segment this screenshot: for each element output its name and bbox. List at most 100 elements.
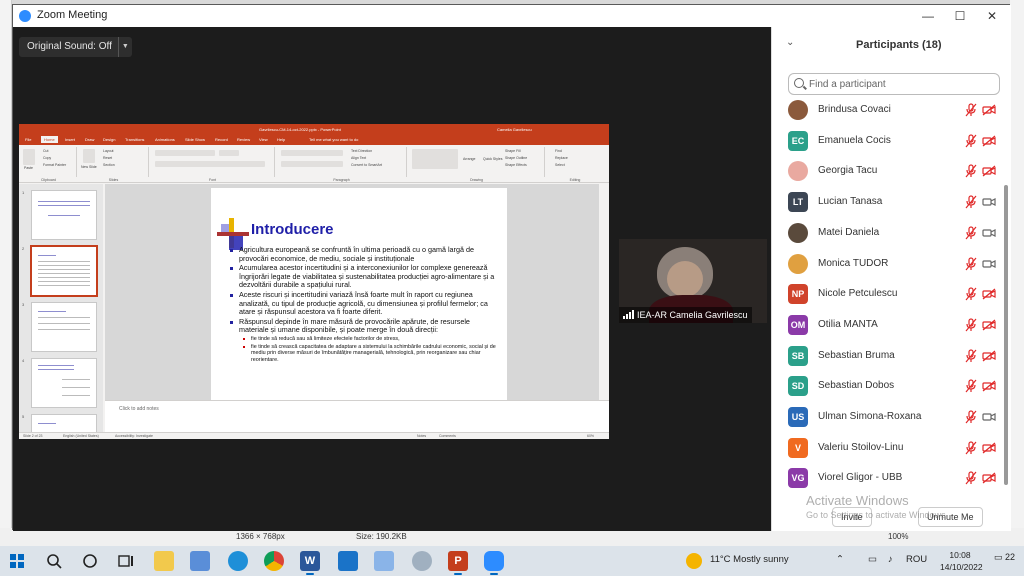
search-input[interactable] bbox=[809, 77, 989, 92]
video-off-icon[interactable] bbox=[982, 380, 996, 392]
participant-search[interactable] bbox=[788, 73, 1000, 95]
ppt-tab-help[interactable]: Help bbox=[277, 137, 285, 142]
participant-video-tile[interactable]: IEA-AR Camelia Gavrilescu bbox=[619, 239, 767, 323]
font-size-box[interactable] bbox=[219, 150, 239, 156]
video-off-icon[interactable] bbox=[982, 442, 996, 454]
muted-mic-icon[interactable] bbox=[964, 195, 978, 209]
original-sound-button[interactable]: Original Sound: Off ▼ bbox=[19, 37, 132, 57]
taskbar-clock[interactable]: 10:08 14/10/2022 bbox=[940, 549, 983, 573]
font-format-row[interactable] bbox=[155, 161, 265, 167]
mail-icon[interactable] bbox=[338, 551, 358, 571]
muted-mic-icon[interactable] bbox=[964, 103, 978, 117]
search-icon[interactable] bbox=[46, 553, 62, 569]
participant-row[interactable]: OM Otilia MANTA bbox=[772, 310, 1004, 340]
ppt-tab-slideshow[interactable]: Slide Show bbox=[185, 137, 205, 142]
ppt-tab-record[interactable]: Record bbox=[215, 137, 228, 142]
paint-icon[interactable] bbox=[412, 551, 432, 571]
current-slide[interactable]: Introducere Agricultura europeană se con… bbox=[211, 188, 507, 400]
cortana-icon[interactable] bbox=[82, 553, 98, 569]
slide-thumbnail[interactable] bbox=[31, 302, 97, 352]
windows-start-icon[interactable] bbox=[10, 554, 24, 568]
shapes-gallery[interactable] bbox=[412, 149, 458, 169]
participant-row[interactable]: Brindusa Covaci bbox=[772, 95, 1004, 125]
snipping-tool-icon[interactable] bbox=[374, 551, 394, 571]
participant-row[interactable]: Georgia Tacu bbox=[772, 156, 1004, 186]
chevron-down-icon[interactable]: ▼ bbox=[117, 37, 132, 57]
maximize-button[interactable]: ☐ bbox=[945, 7, 975, 25]
video-off-icon[interactable] bbox=[982, 135, 996, 147]
language-indicator[interactable]: ROU bbox=[906, 554, 927, 565]
volume-icon[interactable]: ♪ bbox=[888, 554, 893, 565]
participant-row[interactable]: V Valeriu Stoilov-Linu bbox=[772, 433, 1004, 463]
ppt-tab-file[interactable]: File bbox=[25, 137, 31, 142]
tray-overflow-icon[interactable]: ⌃ bbox=[836, 554, 844, 565]
muted-mic-icon[interactable] bbox=[964, 441, 978, 455]
muted-mic-icon[interactable] bbox=[964, 256, 978, 271]
slide-thumbnail[interactable] bbox=[31, 190, 97, 240]
participant-row[interactable]: Matei Daniela bbox=[772, 218, 1004, 248]
participant-row[interactable]: Monica TUDOR bbox=[772, 249, 1004, 279]
zoom-taskbar-icon[interactable] bbox=[484, 551, 504, 575]
video-off-icon[interactable] bbox=[982, 319, 996, 331]
edge-icon[interactable] bbox=[228, 551, 248, 571]
participant-row[interactable]: LT Lucian Tanasa bbox=[772, 187, 1004, 217]
muted-mic-icon[interactable] bbox=[964, 348, 978, 363]
new-slide-icon[interactable] bbox=[83, 149, 95, 163]
ppt-tab-draw[interactable]: Draw bbox=[85, 137, 94, 142]
store-icon[interactable] bbox=[190, 551, 210, 571]
invite-button[interactable]: Invite bbox=[832, 507, 872, 527]
slide-thumbnail-selected[interactable] bbox=[30, 245, 98, 297]
video-on-icon[interactable] bbox=[982, 196, 996, 208]
task-view-icon[interactable] bbox=[118, 553, 134, 569]
file-explorer-icon[interactable] bbox=[154, 551, 174, 571]
participant-row[interactable]: VG Viorel Gligor - UBB bbox=[772, 463, 1004, 493]
video-on-icon[interactable] bbox=[982, 258, 996, 270]
network-icon[interactable]: ▭ bbox=[868, 554, 877, 565]
word-icon[interactable]: W bbox=[300, 551, 320, 575]
paste-icon[interactable] bbox=[23, 149, 35, 165]
video-off-icon[interactable] bbox=[982, 472, 996, 484]
powerpoint-icon[interactable]: P bbox=[448, 551, 468, 575]
ppt-tell-me[interactable]: Tell me what you want to do bbox=[309, 137, 358, 142]
participant-row[interactable]: NP Nicole Petculescu bbox=[772, 279, 1004, 309]
notes-pane[interactable]: Click to add notes bbox=[105, 400, 609, 432]
participant-row[interactable]: US Ulman Simona-Roxana bbox=[772, 402, 1004, 432]
close-button[interactable]: ✕ bbox=[977, 7, 1007, 25]
align-buttons[interactable] bbox=[281, 161, 343, 167]
participant-row[interactable]: SB Sebastian Bruma bbox=[772, 341, 1004, 371]
muted-mic-icon[interactable] bbox=[964, 287, 978, 301]
muted-mic-icon[interactable] bbox=[964, 134, 978, 148]
video-off-icon[interactable] bbox=[982, 165, 996, 177]
ppt-tab-animations[interactable]: Animations bbox=[155, 137, 175, 142]
ppt-tab-home[interactable]: Home bbox=[41, 136, 58, 143]
chrome-icon[interactable] bbox=[264, 551, 284, 571]
notification-center[interactable]: ▭ 22 bbox=[994, 552, 1016, 570]
muted-mic-icon[interactable] bbox=[964, 379, 978, 393]
minimize-button[interactable]: — bbox=[913, 7, 943, 25]
muted-mic-icon[interactable] bbox=[964, 226, 978, 240]
unmute-me-button[interactable]: Unmute Me bbox=[918, 507, 983, 527]
ppt-tab-transitions[interactable]: Transitions bbox=[125, 137, 144, 142]
weather-icon[interactable] bbox=[686, 553, 702, 569]
video-off-icon[interactable] bbox=[982, 350, 996, 362]
slide-thumbnail[interactable] bbox=[31, 358, 97, 408]
muted-mic-icon[interactable] bbox=[964, 318, 978, 332]
chevron-down-icon[interactable]: ⌄ bbox=[786, 37, 794, 48]
font-name-box[interactable] bbox=[155, 150, 215, 156]
muted-mic-icon[interactable] bbox=[964, 471, 978, 485]
video-off-icon[interactable] bbox=[982, 104, 996, 116]
video-on-icon[interactable] bbox=[982, 411, 996, 423]
participant-row[interactable]: EC Emanuela Cocis bbox=[772, 126, 1004, 156]
slide-scrollbar[interactable] bbox=[601, 184, 609, 400]
list-buttons[interactable] bbox=[281, 150, 343, 156]
participant-scrollbar[interactable] bbox=[1003, 95, 1009, 495]
ppt-tab-design[interactable]: Design bbox=[103, 137, 115, 142]
participant-row[interactable]: SD Sebastian Dobos bbox=[772, 371, 1004, 401]
weather-text[interactable]: 11°C Mostly sunny bbox=[710, 554, 789, 565]
ppt-tab-review[interactable]: Review bbox=[237, 137, 250, 142]
ppt-tab-view[interactable]: View bbox=[259, 137, 268, 142]
ppt-tab-insert[interactable]: Insert bbox=[65, 137, 75, 142]
video-off-icon[interactable] bbox=[982, 288, 996, 300]
muted-mic-icon[interactable] bbox=[964, 410, 978, 424]
video-on-icon[interactable] bbox=[982, 227, 996, 239]
